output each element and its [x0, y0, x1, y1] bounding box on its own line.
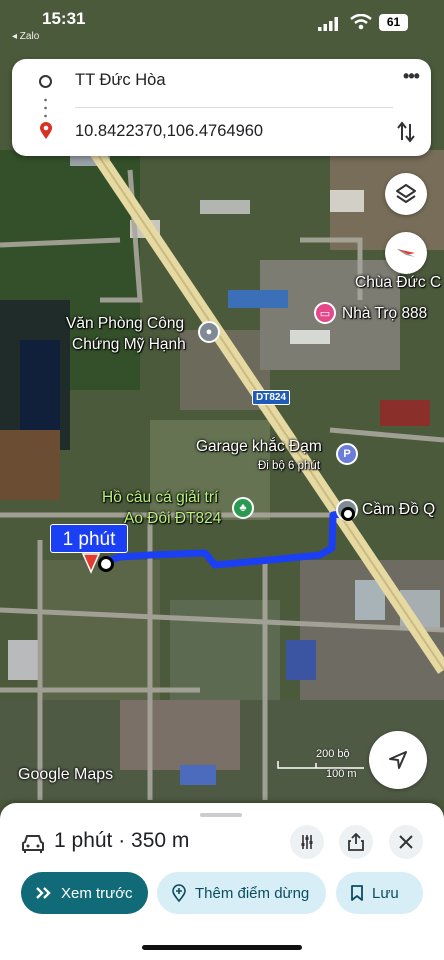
destination-field[interactable]: 10.8422370,106.4764960: [75, 122, 263, 141]
park-pin-icon[interactable]: ♣: [232, 497, 254, 519]
status-bar: 15:31 ◂ Zalo 61: [0, 0, 444, 42]
back-to-app-link[interactable]: ◂ Zalo: [12, 31, 39, 42]
origin-circle-icon: [39, 75, 52, 88]
poi-label-garage-walk: Đi bộ 6 phút: [258, 460, 321, 472]
poi-label-cam-do[interactable]: Cầm Đồ Q: [362, 500, 435, 520]
wifi-icon: [350, 14, 372, 30]
add-stop-button-label: Thêm điểm dừng: [195, 884, 310, 902]
share-icon: [348, 833, 364, 851]
scale-feet-label: 200 bộ: [316, 748, 350, 760]
my-location-button[interactable]: [369, 731, 427, 789]
close-button[interactable]: [389, 825, 423, 859]
layers-button[interactable]: [385, 173, 427, 215]
google-maps-logo: Google Maps: [18, 766, 114, 783]
battery-level: 61: [379, 14, 408, 31]
home-indicator[interactable]: [142, 945, 302, 950]
layers-icon: [396, 184, 416, 203]
origin-field[interactable]: TT Đức Hòa: [75, 71, 166, 90]
car-icon: [22, 835, 44, 853]
parking-pin-icon[interactable]: P: [336, 443, 358, 465]
hotel-pin-icon[interactable]: ▭: [314, 302, 336, 324]
save-button[interactable]: Lưu: [336, 872, 423, 914]
poi-label-ho-cau-line2[interactable]: Ao Đôi ĐT824: [124, 509, 221, 529]
compass-icon: [397, 249, 415, 257]
cellular-signal-icon: [318, 17, 338, 31]
field-divider: [75, 107, 393, 108]
preview-button[interactable]: Xem trước: [21, 872, 148, 914]
route-time-callout[interactable]: 1 phút: [50, 524, 128, 553]
compass-button[interactable]: [385, 232, 427, 274]
status-time: 15:31: [42, 9, 86, 28]
sheet-drag-handle[interactable]: [200, 813, 242, 817]
more-horiz-icon[interactable]: •••: [398, 67, 424, 89]
poi-label-nha-tro[interactable]: Nhà Trọ 888: [342, 304, 427, 324]
close-icon: [399, 835, 413, 849]
add-location-icon: [172, 884, 186, 902]
route-start-marker-icon: [98, 556, 114, 572]
double-chevron-right-icon: [36, 887, 51, 899]
poi-label-ho-cau-line1[interactable]: Hồ câu cá giải trí: [102, 488, 218, 508]
destination-pin-icon: [40, 122, 52, 139]
save-button-label: Lưu: [372, 884, 399, 902]
navigation-arrow-icon: [389, 751, 407, 769]
poi-label-chua[interactable]: Chùa Đức C: [355, 273, 441, 293]
route-summary: 1 phút · 350 m: [54, 829, 190, 852]
preview-button-label: Xem trước: [61, 884, 133, 902]
bookmark-icon: [351, 885, 363, 901]
map-scale: 200 bộ 100 m: [276, 748, 366, 782]
swap-vert-icon[interactable]: [396, 120, 416, 144]
add-stop-button[interactable]: Thêm điểm dừng: [157, 872, 326, 914]
scale-meter-label: 100 m: [326, 768, 357, 780]
poi-label-van-phong-line1[interactable]: Văn Phòng Công: [66, 314, 184, 334]
poi-label-van-phong-line2[interactable]: Chứng Mỹ Hạnh: [72, 335, 186, 355]
poi-label-garage[interactable]: Garage khắc Đạm: [196, 437, 322, 457]
route-options-button[interactable]: [290, 825, 324, 859]
connector-dots-icon: [44, 98, 47, 118]
route-end-marker-icon: [341, 507, 355, 521]
road-badge-dt824: DT824: [252, 390, 291, 405]
tune-icon: [301, 835, 313, 849]
share-button[interactable]: [339, 825, 373, 859]
office-pin-icon[interactable]: ●: [198, 321, 220, 343]
route-input-card: TT Đức Hòa ••• 10.8422370,106.4764960: [12, 59, 431, 156]
